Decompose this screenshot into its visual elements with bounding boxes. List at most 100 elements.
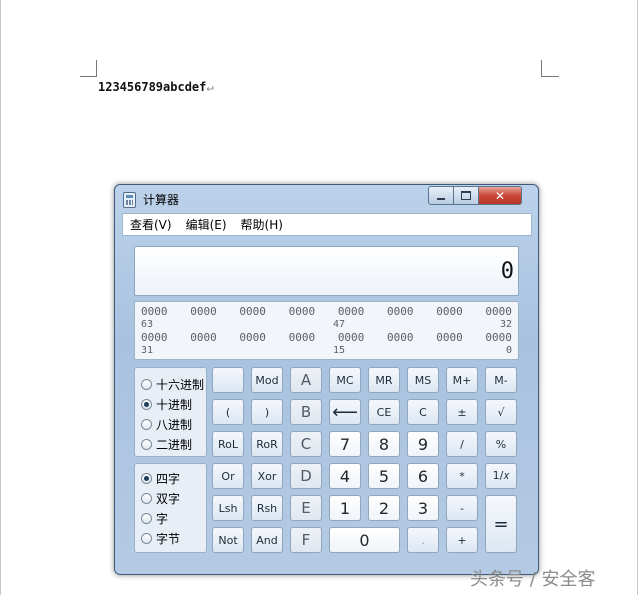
- word-size-panel: 四字 双字 字 字节: [134, 463, 207, 553]
- bit-group: 0000: [141, 305, 168, 318]
- radio-byte[interactable]: 字节: [141, 530, 180, 547]
- digit-5-button[interactable]: 5: [368, 463, 400, 489]
- and-button[interactable]: And: [251, 527, 283, 553]
- digit-9-button[interactable]: 9: [407, 431, 439, 457]
- radio-hex[interactable]: 十六进制: [141, 376, 204, 393]
- crop-mark-top-left: [96, 60, 97, 76]
- radio-label: 二进制: [156, 438, 193, 452]
- menu-edit[interactable]: 编辑(E): [179, 216, 234, 233]
- crop-mark-top-right: [541, 60, 542, 76]
- bit-group: 0000: [337, 305, 365, 318]
- right-paren-button[interactable]: ): [251, 399, 283, 425]
- right-shift-button[interactable]: Rsh: [251, 495, 283, 521]
- document-text[interactable]: 123456789abcdef: [98, 80, 206, 94]
- radio-button-icon: [141, 379, 152, 390]
- minus-button[interactable]: -: [446, 495, 478, 521]
- radio-oct[interactable]: 八进制: [141, 416, 192, 433]
- clear-entry-button[interactable]: CE: [368, 399, 400, 425]
- xor-button[interactable]: Xor: [251, 463, 283, 489]
- decimal-button[interactable]: .: [407, 527, 439, 553]
- bit-group: 0000: [485, 305, 512, 318]
- rotate-left-button[interactable]: RoL: [212, 431, 244, 457]
- percent-button[interactable]: %: [485, 431, 517, 457]
- digit-7-button[interactable]: 7: [329, 431, 361, 457]
- bit-group: 0000: [239, 331, 266, 344]
- digit-2-button[interactable]: 2: [368, 495, 400, 521]
- bit-label-0: 0: [505, 345, 512, 356]
- bit-label-31: 31: [141, 345, 154, 356]
- not-button[interactable]: Not: [212, 527, 244, 553]
- backspace-button[interactable]: ⟵: [329, 399, 361, 425]
- radio-label: 双字: [156, 492, 181, 506]
- calculator-app-icon: [123, 192, 136, 208]
- paragraph-mark-icon: ↵: [206, 80, 214, 94]
- hex-c-button[interactable]: C: [290, 431, 322, 457]
- blank-key[interactable]: [212, 367, 244, 393]
- hex-f-button[interactable]: F: [290, 527, 322, 553]
- bit-group: 0000: [190, 331, 217, 344]
- bit-label-63: 63: [141, 319, 154, 330]
- crop-mark-top-right-h: [541, 76, 559, 77]
- or-button[interactable]: Or: [212, 463, 244, 489]
- mod-button[interactable]: Mod: [251, 367, 283, 393]
- multiply-button[interactable]: *: [446, 463, 478, 489]
- digit-4-button[interactable]: 4: [329, 463, 361, 489]
- left-shift-button[interactable]: Lsh: [212, 495, 244, 521]
- memory-subtract-button[interactable]: M-: [485, 367, 517, 393]
- bit-group: 0000: [239, 305, 266, 318]
- clear-button[interactable]: C: [407, 399, 439, 425]
- radio-word[interactable]: 字: [141, 510, 168, 527]
- bit-group: 0000: [387, 305, 414, 318]
- document-text-line[interactable]: 123456789abcdef↵: [98, 80, 214, 94]
- rotate-right-button[interactable]: RoR: [251, 431, 283, 457]
- close-button[interactable]: ✕: [479, 186, 522, 205]
- reciprocal-button[interactable]: 1/𝑥: [485, 463, 517, 489]
- hex-e-button[interactable]: E: [290, 495, 322, 521]
- left-paren-button[interactable]: (: [212, 399, 244, 425]
- watermark-text: 头条号 / 安全客: [470, 569, 596, 590]
- hex-a-button[interactable]: A: [290, 367, 322, 393]
- digit-6-button[interactable]: 6: [407, 463, 439, 489]
- minimize-icon: [437, 197, 445, 200]
- maximize-button[interactable]: [454, 186, 479, 205]
- radio-qword[interactable]: 四字: [141, 470, 180, 487]
- memory-add-button[interactable]: M+: [446, 367, 478, 393]
- bit-display: 0000 0000 0000 0000 0000 0000 0000 0000 …: [134, 301, 519, 360]
- negate-button[interactable]: ±: [446, 399, 478, 425]
- radio-label: 字节: [156, 532, 181, 546]
- radio-bin[interactable]: 二进制: [141, 436, 192, 453]
- equals-button[interactable]: =: [485, 495, 517, 553]
- hex-b-button[interactable]: B: [290, 399, 322, 425]
- square-root-button[interactable]: √: [485, 399, 517, 425]
- bit-label-47: 47: [333, 319, 346, 330]
- digit-0-button[interactable]: 0: [329, 527, 400, 553]
- window-title: 计算器: [143, 193, 180, 207]
- menu-help[interactable]: 帮助(H): [234, 216, 290, 233]
- radio-label: 四字: [156, 472, 181, 486]
- radio-dword[interactable]: 双字: [141, 490, 180, 507]
- digit-8-button[interactable]: 8: [368, 431, 400, 457]
- memory-recall-button[interactable]: MR: [368, 367, 400, 393]
- crop-mark-top-left-h: [80, 76, 97, 77]
- hex-d-button[interactable]: D: [290, 463, 322, 489]
- menu-view[interactable]: 查看(V): [123, 216, 179, 233]
- bit-group: 0000: [288, 331, 316, 344]
- document-left-border: [0, 0, 1, 595]
- plus-button[interactable]: +: [446, 527, 478, 553]
- digit-1-button[interactable]: 1: [329, 495, 361, 521]
- bit-group: 0000: [387, 331, 414, 344]
- radio-button-icon: [141, 439, 152, 450]
- minimize-button[interactable]: [428, 186, 454, 205]
- display-value: 0: [500, 259, 514, 284]
- title-bar[interactable]: 计算器 ✕: [115, 185, 538, 211]
- bit-group: 0000: [190, 305, 217, 318]
- menu-bar: 查看(V) 编辑(E) 帮助(H): [122, 213, 532, 236]
- memory-clear-button[interactable]: MC: [329, 367, 361, 393]
- radio-dec[interactable]: 十进制: [141, 396, 192, 413]
- bit-row-high: 0000 0000 0000 0000 0000 0000 0000 0000: [141, 305, 512, 318]
- maximize-icon: [461, 191, 471, 200]
- digit-3-button[interactable]: 3: [407, 495, 439, 521]
- bit-group: 0000: [436, 305, 463, 318]
- divide-button[interactable]: /: [446, 431, 478, 457]
- memory-store-button[interactable]: MS: [407, 367, 439, 393]
